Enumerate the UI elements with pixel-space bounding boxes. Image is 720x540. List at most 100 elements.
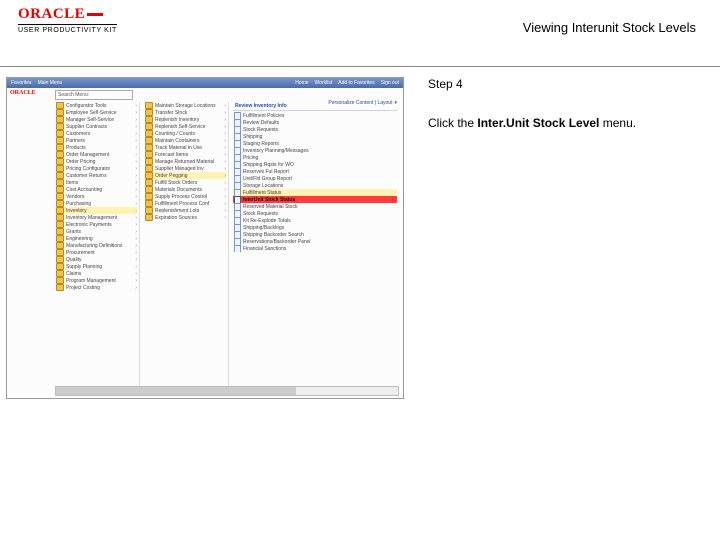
menu-item[interactable]: Stock Requests bbox=[233, 126, 397, 133]
menu-item[interactable]: Supplier Managed Inv bbox=[144, 165, 226, 172]
menu-item[interactable]: Review Defaults bbox=[233, 119, 397, 126]
menu-item[interactable]: Stock Requests bbox=[233, 210, 397, 217]
folder-icon bbox=[145, 193, 153, 200]
menu-item[interactable]: Shipping bbox=[233, 133, 397, 140]
nav-main-menu[interactable]: Main Menu bbox=[38, 80, 63, 86]
menu-item[interactable]: Customers bbox=[55, 130, 137, 137]
menu-item[interactable]: Unit/Fld Group Report bbox=[233, 175, 397, 182]
menu-item[interactable]: Order Pegging bbox=[144, 172, 226, 179]
scrollbar[interactable] bbox=[55, 386, 399, 396]
menu-item[interactable]: Reserved Material Stock bbox=[233, 203, 397, 210]
menu-item[interactable]: Employee Self-Service bbox=[55, 109, 137, 116]
menu-item-label: Claims bbox=[66, 271, 81, 277]
menu-item-label: Supply Process Control bbox=[155, 194, 207, 200]
menu-item[interactable]: Electronic Payments bbox=[55, 221, 137, 228]
menu-item[interactable]: Inventory Planning/Messages bbox=[233, 147, 397, 154]
menu-item[interactable]: Program Management bbox=[55, 277, 137, 284]
menu-item-label: Transfer Stock bbox=[155, 110, 187, 116]
menu-item[interactable]: Replenish Inventory bbox=[144, 116, 226, 123]
menu-item[interactable]: Manufacturing Definitions bbox=[55, 242, 137, 249]
menu-item[interactable]: Transfer Stock bbox=[144, 109, 226, 116]
folder-icon bbox=[145, 116, 153, 123]
menu-item[interactable]: Engineering bbox=[55, 235, 137, 242]
oracle-logo: ORACLE USER PRODUCTIVITY KIT bbox=[18, 6, 117, 34]
menu-item-label: Reservations/Backorder Panel bbox=[243, 239, 311, 245]
menu-item[interactable]: Counting / Counts bbox=[144, 130, 226, 137]
menu-item[interactable]: Configurator Tools bbox=[55, 102, 137, 109]
menu-item[interactable]: Procurement bbox=[55, 249, 137, 256]
menu-item-label: Fulfill Stock Orders bbox=[155, 180, 197, 186]
folder-icon bbox=[56, 207, 64, 214]
search-label: Search Menu: bbox=[58, 92, 89, 98]
menu-item[interactable]: Project Costing bbox=[55, 284, 137, 291]
document-icon bbox=[234, 112, 241, 119]
menu-item[interactable]: Cost Accounting bbox=[55, 186, 137, 193]
folder-icon bbox=[56, 137, 64, 144]
menu-item-label: Counting / Counts bbox=[155, 131, 195, 137]
menu-item[interactable]: Pricing Configurator bbox=[55, 165, 137, 172]
document-icon bbox=[234, 196, 241, 203]
menu-item[interactable]: Maintain Storage Locations bbox=[144, 102, 226, 109]
menu-item-label: Grants bbox=[66, 229, 81, 235]
nav-favorites[interactable]: Favorites bbox=[11, 80, 32, 86]
header: ORACLE USER PRODUCTIVITY KIT Viewing Int… bbox=[0, 0, 720, 67]
menu-item[interactable]: Storage Locations bbox=[233, 182, 397, 189]
menu-item[interactable]: Vendors bbox=[55, 193, 137, 200]
menu-item[interactable]: Shipping/Backlogs bbox=[233, 224, 397, 231]
menu-item[interactable]: Supply Planning bbox=[55, 263, 137, 270]
menu-item[interactable]: InterUnit Stock Status bbox=[233, 196, 397, 203]
menu-item[interactable]: Manager Self-Service bbox=[55, 116, 137, 123]
nav-worklist[interactable]: Worklist bbox=[315, 80, 333, 86]
menu-item[interactable]: Items bbox=[55, 179, 137, 186]
search-menu[interactable]: Search Menu: bbox=[55, 90, 133, 100]
menu-item[interactable]: Customer Returns bbox=[55, 172, 137, 179]
menu-item[interactable]: Replenish Self-Service bbox=[144, 123, 226, 130]
menu-item[interactable]: Fulfillment Status bbox=[233, 189, 397, 196]
menu-item[interactable]: Shipping Backorder Search bbox=[233, 231, 397, 238]
nav-add-fav[interactable]: Add to Favorites bbox=[338, 80, 374, 86]
menu-item[interactable]: Fulfill Stock Orders bbox=[144, 179, 226, 186]
folder-icon bbox=[145, 137, 153, 144]
menu-item-label: Employee Self-Service bbox=[66, 110, 117, 116]
nav-home[interactable]: Home bbox=[295, 80, 308, 86]
folder-icon bbox=[56, 123, 64, 130]
folder-icon bbox=[145, 102, 153, 109]
menu-item[interactable]: Partners bbox=[55, 137, 137, 144]
menu-item[interactable]: Quality bbox=[55, 256, 137, 263]
menu-item[interactable]: Fulfillment Policies bbox=[233, 112, 397, 119]
menu-item[interactable]: Order Pricing bbox=[55, 158, 137, 165]
menu-item[interactable]: Forecast Items bbox=[144, 151, 226, 158]
menu-item[interactable]: Reserves Ful Report bbox=[233, 168, 397, 175]
menu-item[interactable]: Expiration Sources bbox=[144, 214, 226, 221]
menu-item[interactable]: Order Management bbox=[55, 151, 137, 158]
menu-item[interactable]: Inventory bbox=[55, 207, 137, 214]
menu-item[interactable]: Manage Returned Material bbox=[144, 158, 226, 165]
menu-item[interactable]: Track Material in Use bbox=[144, 144, 226, 151]
menu-item[interactable]: Maintain Containers bbox=[144, 137, 226, 144]
menu-item[interactable]: Grants bbox=[55, 228, 137, 235]
nav-signout[interactable]: Sign out bbox=[381, 80, 399, 86]
folder-icon bbox=[145, 109, 153, 116]
menu-item[interactable]: Products bbox=[55, 144, 137, 151]
menu-item[interactable]: Reservations/Backorder Panel bbox=[233, 238, 397, 245]
menu-item[interactable]: Staging Reports bbox=[233, 140, 397, 147]
menu-item[interactable]: Purchasing bbox=[55, 200, 137, 207]
menu-item[interactable]: Fulfillment Process Conf bbox=[144, 200, 226, 207]
menu-item[interactable]: Pricing bbox=[233, 154, 397, 161]
menu-item[interactable]: Financial Sanctions bbox=[233, 245, 397, 252]
folder-icon bbox=[56, 109, 64, 116]
menu-item[interactable]: Materials Documents bbox=[144, 186, 226, 193]
menu-item[interactable]: Supply Process Control bbox=[144, 193, 226, 200]
menu-item-label: Customer Returns bbox=[66, 173, 107, 179]
menu-item[interactable]: Supplier Contracts bbox=[55, 123, 137, 130]
menu-item[interactable]: Shipping Rqsts for WO bbox=[233, 161, 397, 168]
instruction-column: Step 4 Click the Inter.Unit Stock Level … bbox=[416, 67, 720, 437]
menu-item-label: Shipping/Backlogs bbox=[243, 225, 284, 231]
folder-icon bbox=[56, 284, 64, 291]
menu-item-label: Items bbox=[66, 180, 78, 186]
menu-item-label: Shipping Backorder Search bbox=[243, 232, 304, 238]
menu-item[interactable]: Replenishment Lots bbox=[144, 207, 226, 214]
menu-item[interactable]: Kit Re-Explode Totals bbox=[233, 217, 397, 224]
menu-item[interactable]: Claims bbox=[55, 270, 137, 277]
menu-item[interactable]: Inventory Management bbox=[55, 214, 137, 221]
